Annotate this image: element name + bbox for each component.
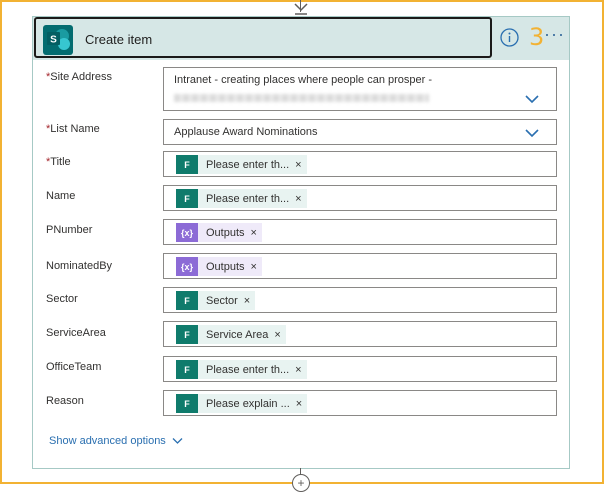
remove-token-icon[interactable]: × [295,193,306,205]
dynamic-content-token[interactable]: F Sector × [176,291,256,310]
field-label-reason: Reason [46,395,84,407]
dynamic-content-token[interactable]: F Please enter th... × [176,189,307,208]
chevron-down-icon[interactable] [525,94,539,104]
card-header[interactable]: S Create item 3 ··· [33,17,569,60]
dynamic-content-token[interactable]: F Service Area × [176,325,286,344]
header-focus-box[interactable]: S Create item [34,17,492,58]
field-label-site-address: *Site Address [46,71,113,83]
servicearea-field[interactable]: F Service Area × [163,321,557,347]
remove-token-icon[interactable]: × [244,295,255,307]
more-options-icon[interactable]: ··· [544,24,565,45]
remove-token-icon[interactable]: × [274,329,285,341]
field-label-officeteam: OfficeTeam [46,361,102,373]
info-icon[interactable] [500,28,519,47]
chevron-down-icon [172,438,183,444]
dynamic-content-token[interactable]: F Please explain ... × [176,394,308,413]
remove-token-icon[interactable]: × [251,261,262,273]
show-advanced-options-link[interactable]: Show advanced options [49,435,183,447]
field-label-sector: Sector [46,293,78,305]
expression-token[interactable]: {x} Outputs × [176,257,262,276]
dynamic-content-token[interactable]: F Please enter th... × [176,360,307,379]
dynamic-content-token[interactable]: F Please enter th... × [176,155,307,174]
remove-token-icon[interactable]: × [295,159,306,171]
sector-field[interactable]: F Sector × [163,287,557,313]
sharepoint-icon: S [43,25,73,55]
add-step-icon[interactable]: + [292,474,310,492]
svg-text:S: S [50,35,57,46]
officeteam-field[interactable]: F Please enter th... × [163,356,557,382]
nominatedby-field[interactable]: {x} Outputs × [163,253,557,279]
forms-icon: F [176,291,198,310]
remove-token-icon[interactable]: × [295,364,306,376]
remove-token-icon[interactable]: × [251,227,262,239]
remove-token-icon[interactable]: × [296,398,307,410]
forms-icon: F [176,155,198,174]
reason-field[interactable]: F Please explain ... × [163,390,557,416]
field-label-list-name: *List Name [46,123,100,135]
name-field[interactable]: F Please enter th... × [163,185,557,211]
field-label-title: *Title [46,156,71,168]
expression-token[interactable]: {x} Outputs × [176,223,262,242]
field-label-servicearea: ServiceArea [46,327,106,339]
create-item-card: S Create item 3 ··· *Site Address Intran… [32,16,570,469]
field-label-pnumber: PNumber [46,224,93,236]
forms-icon: F [176,394,198,413]
field-label-nominatedby: NominatedBy [46,260,113,272]
arrow-down-icon [294,3,308,15]
pnumber-field[interactable]: {x} Outputs × [163,219,557,245]
expression-icon: {x} [176,223,198,242]
card-title: Create item [85,32,153,47]
field-label-name: Name [46,190,76,202]
site-address-dropdown[interactable]: Intranet - creating places where people … [163,67,557,111]
chevron-down-icon[interactable] [525,128,539,138]
site-address-url-redacted [174,94,429,102]
forms-icon: F [176,325,198,344]
step-number-badge: 3 [529,23,545,51]
site-address-value: Intranet - creating places where people … [174,74,433,86]
forms-icon: F [176,360,198,379]
expression-icon: {x} [176,257,198,276]
list-name-value: Applause Award Nominations [174,126,318,138]
title-field[interactable]: F Please enter th... × [163,151,557,177]
list-name-dropdown[interactable]: Applause Award Nominations [163,119,557,145]
forms-icon: F [176,189,198,208]
